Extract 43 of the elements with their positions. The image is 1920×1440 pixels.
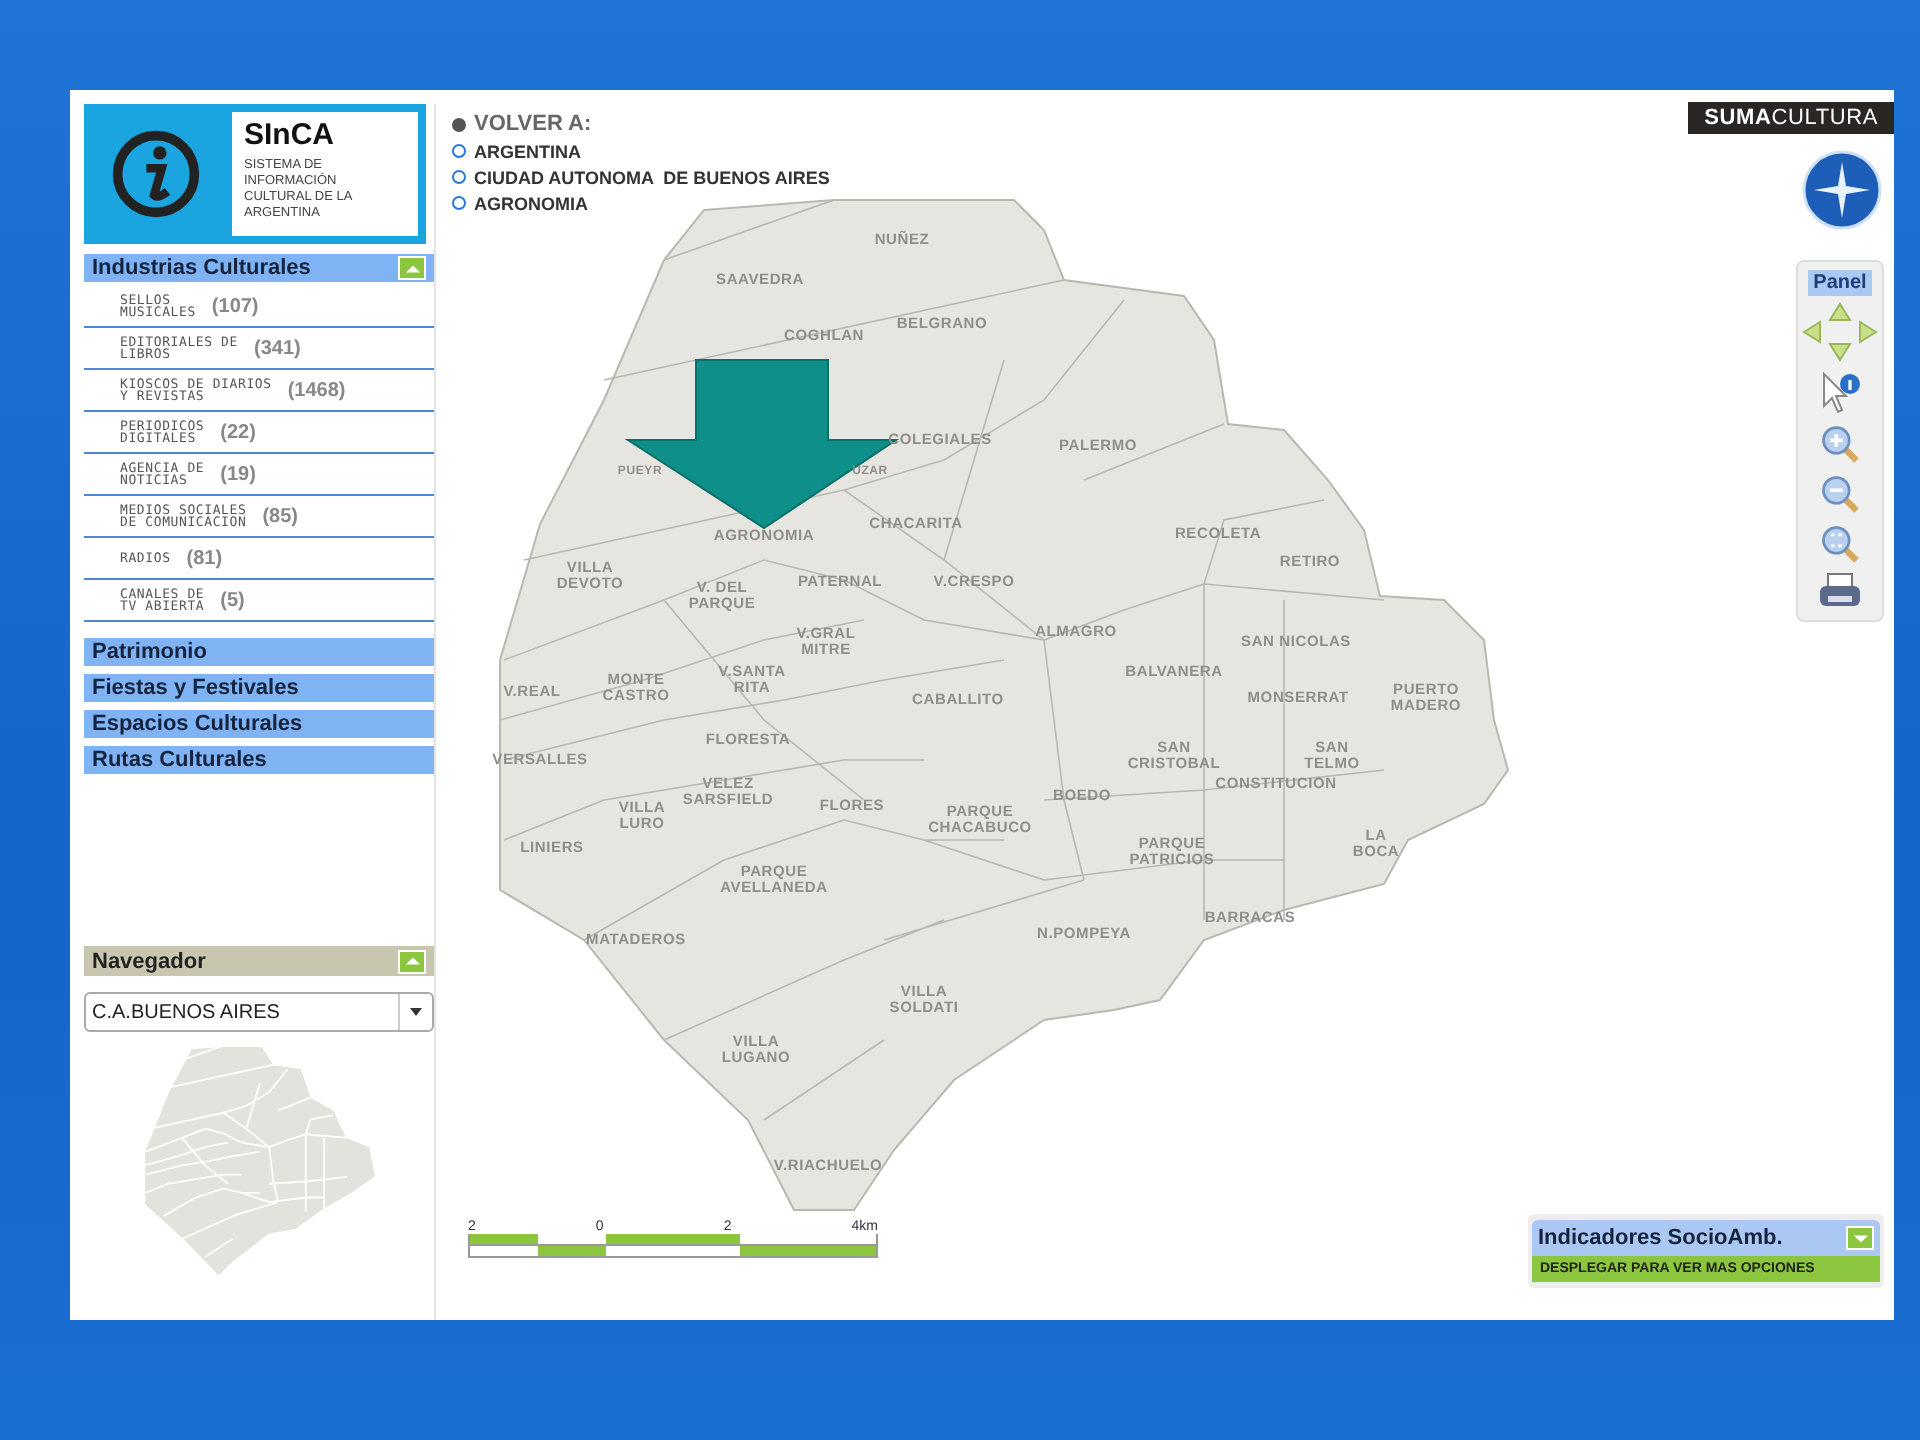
collapse-toggle-icon[interactable]: [398, 949, 426, 973]
item-count: (85): [262, 505, 298, 527]
zoom-extent-icon[interactable]: [1818, 522, 1862, 566]
item-count: (341): [254, 337, 301, 359]
breadcrumb-node-icon: [452, 117, 466, 131]
breadcrumb-node-icon: [452, 196, 466, 210]
indicators-header[interactable]: Indicadores SocioAmb.: [1532, 1220, 1880, 1256]
indicators-title: Indicadores SocioAmb.: [1538, 1226, 1783, 1250]
zoom-out-icon[interactable]: [1818, 472, 1862, 516]
item-count: (81): [186, 547, 223, 569]
item-count: (22): [220, 421, 256, 443]
item-count: (5): [220, 589, 245, 611]
category-header[interactable]: Patrimonio: [84, 638, 434, 666]
print-icon[interactable]: [1816, 572, 1864, 612]
item-count: (107): [211, 295, 259, 317]
category-title: Fiestas y Festivales: [92, 676, 299, 700]
category-header[interactable]: Espacios Culturales: [84, 710, 434, 738]
breadcrumb-title: VOLVER A:: [474, 112, 592, 136]
brand-logo: SUMACULTURA: [1688, 102, 1894, 134]
category-header[interactable]: Fiestas y Festivales: [84, 674, 434, 702]
navigator-title: Navegador: [92, 949, 206, 973]
breadcrumb-link[interactable]: CIUDAD AUTONOMA DE BUENOS AIRES: [474, 167, 830, 187]
dropdown-caret-icon: [410, 1008, 422, 1016]
compass-icon[interactable]: [1802, 150, 1882, 230]
zoom-in-icon[interactable]: [1818, 422, 1862, 466]
category-header[interactable]: Industrias Culturales: [84, 254, 434, 282]
item-count: (1468): [287, 379, 346, 401]
category-title: Espacios Culturales: [92, 712, 303, 736]
category-title: Industrias Culturales: [92, 256, 311, 280]
category-header[interactable]: Rutas Culturales: [84, 746, 434, 774]
logo-title: SInCA: [244, 118, 336, 154]
panel-title: Panel: [1807, 270, 1873, 296]
info-icon: [108, 126, 204, 222]
breadcrumb-node-icon: [452, 144, 466, 158]
breadcrumb-link[interactable]: ARGENTINA: [474, 141, 581, 161]
category-title: Patrimonio: [92, 640, 207, 664]
category-title: Rutas Culturales: [92, 748, 267, 772]
expand-toggle-icon[interactable]: [1846, 1226, 1874, 1250]
region-dropdown[interactable]: C.A.BUENOS AIRES: [84, 992, 434, 1032]
breadcrumb-link[interactable]: AGRONOMIA: [474, 193, 588, 213]
breadcrumb-node-icon: [452, 170, 466, 184]
item-count: (19): [220, 463, 256, 485]
collapse-toggle-icon[interactable]: [398, 256, 426, 280]
